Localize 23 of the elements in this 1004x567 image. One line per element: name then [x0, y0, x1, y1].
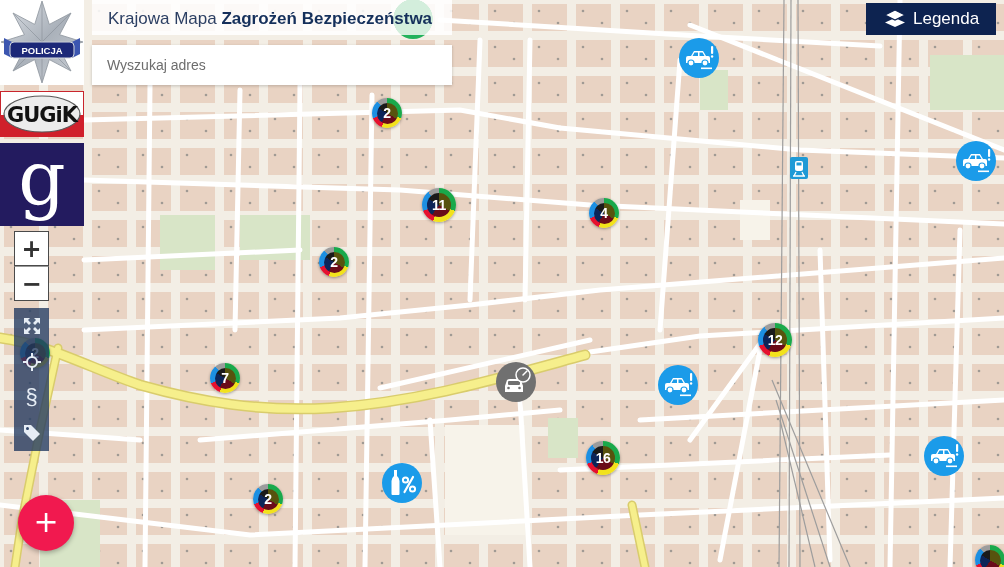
geoportal-logo: g: [0, 143, 84, 226]
legend-button[interactable]: Legenda: [866, 3, 996, 35]
fullscreen-icon[interactable]: [23, 317, 40, 334]
main-road: [627, 500, 650, 567]
layers-icon: [885, 10, 905, 28]
park-area: [160, 215, 215, 270]
zoom-out-button[interactable]: −: [14, 266, 49, 301]
car-warning-icon[interactable]: [956, 141, 996, 181]
car-warning-icon[interactable]: [658, 365, 698, 405]
map-title: Krajowa Mapa Zagrożeń Bezpieczeństwa: [92, 0, 452, 35]
train-station-icon: [790, 157, 808, 179]
police-star-logo: POLICJA: [0, 0, 84, 85]
bottle-percent-icon[interactable]: [382, 463, 422, 503]
gugik-logo: GUGiK: [0, 91, 84, 137]
search-field[interactable]: Wyszukaj adres: [92, 45, 452, 85]
section-sign-button[interactable]: §: [25, 386, 38, 409]
car-warning-icon[interactable]: [924, 436, 964, 476]
car-speedometer-icon[interactable]: [496, 362, 536, 402]
park-area: [700, 70, 728, 110]
car-warning-icon[interactable]: [679, 38, 719, 78]
park-area: [548, 418, 578, 458]
zoom-in-button[interactable]: +: [14, 231, 49, 266]
tag-icon[interactable]: [22, 424, 41, 443]
